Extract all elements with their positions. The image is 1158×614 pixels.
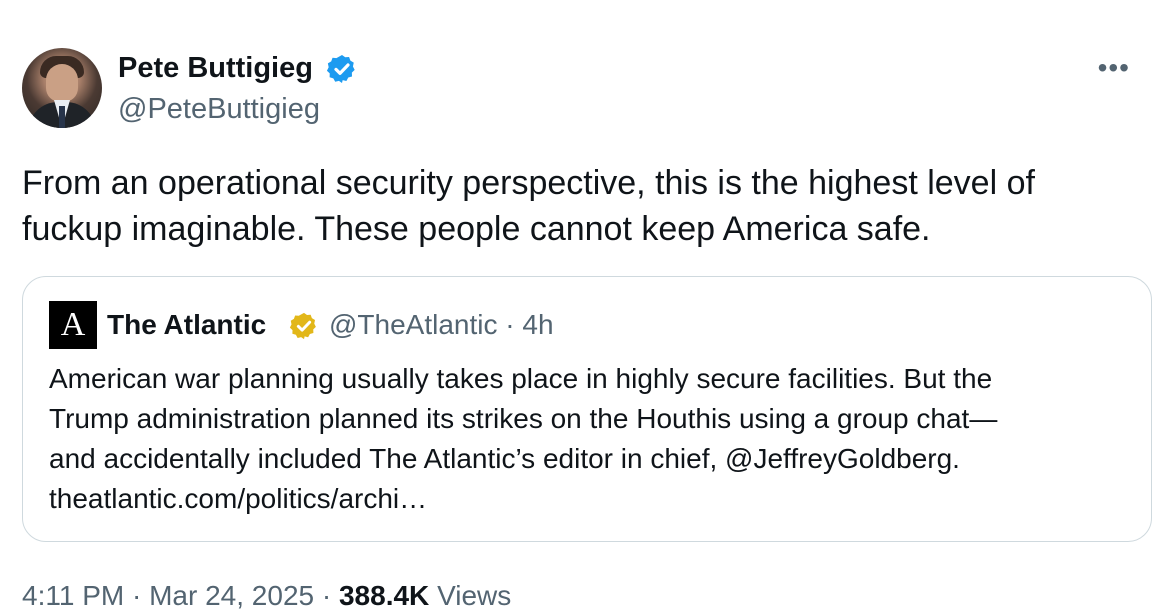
footer-separator: · xyxy=(131,580,150,611)
quoted-time[interactable]: 4h xyxy=(522,309,553,340)
meta-separator: · xyxy=(505,309,523,340)
quoted-text-line: Trump administration planned its strikes… xyxy=(49,403,998,434)
author-name[interactable]: Pete Buttigieg xyxy=(118,48,313,88)
the-atlantic-logo[interactable]: A xyxy=(49,301,97,349)
author-avatar[interactable] xyxy=(22,48,102,128)
tweet-date[interactable]: Mar 24, 2025 xyxy=(149,580,314,611)
quoted-text-line: American war planning usually takes plac… xyxy=(49,363,993,394)
quoted-meta: @TheAtlantic · 4h xyxy=(329,307,554,343)
quoted-handle[interactable]: @TheAtlantic xyxy=(329,309,498,340)
footer-separator: · xyxy=(321,580,339,611)
tweet-footer: 4:11 PM · Mar 24, 2025 · 388.4K Views xyxy=(22,578,511,614)
gold-verified-badge-icon[interactable] xyxy=(289,311,319,341)
views-label: Views xyxy=(437,580,512,611)
verified-badge-icon[interactable] xyxy=(326,53,358,85)
quoted-author-name[interactable]: The Atlantic xyxy=(107,307,266,343)
more-icon[interactable]: ••• xyxy=(1098,52,1130,84)
quoted-text: American war planning usually takes plac… xyxy=(49,359,1139,519)
views-count: 388.4K xyxy=(338,580,430,611)
quoted-tweet[interactable]: A The Atlantic @TheAtlantic · 4h America… xyxy=(22,276,1152,542)
author-handle[interactable]: @PeteButtigieg xyxy=(118,90,320,128)
tweet-text: From an operational security perspective… xyxy=(22,164,1035,248)
quoted-text-line: and accidentally included The Atlantic’s… xyxy=(49,443,960,474)
tweet-time[interactable]: 4:11 PM xyxy=(22,580,124,611)
quoted-link[interactable]: theatlantic.com/politics/archi… xyxy=(49,479,1139,519)
